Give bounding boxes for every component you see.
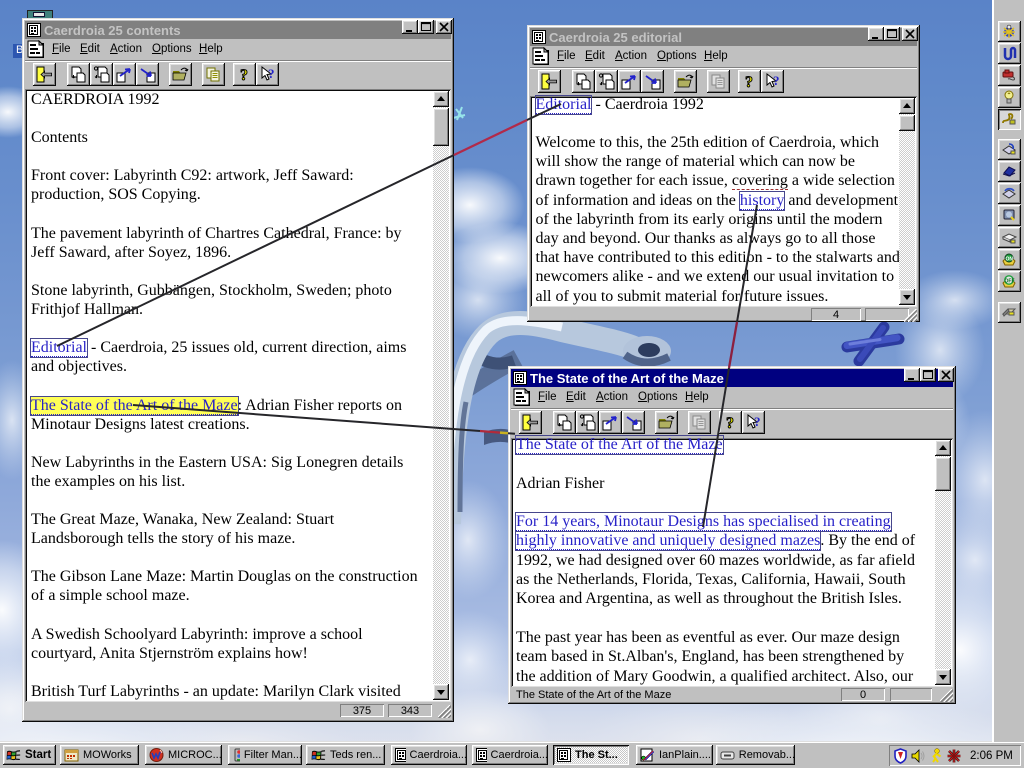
svg-text:?: ? bbox=[240, 67, 248, 84]
svg-text:?: ? bbox=[745, 74, 753, 91]
svg-text:OFF: OFF bbox=[1005, 279, 1015, 285]
svg-text:?: ? bbox=[268, 66, 275, 81]
svg-text:ON: ON bbox=[1006, 257, 1014, 263]
svg-text:?: ? bbox=[773, 73, 780, 88]
svg-text:?: ? bbox=[754, 414, 761, 429]
svg-text:?: ? bbox=[726, 415, 734, 432]
